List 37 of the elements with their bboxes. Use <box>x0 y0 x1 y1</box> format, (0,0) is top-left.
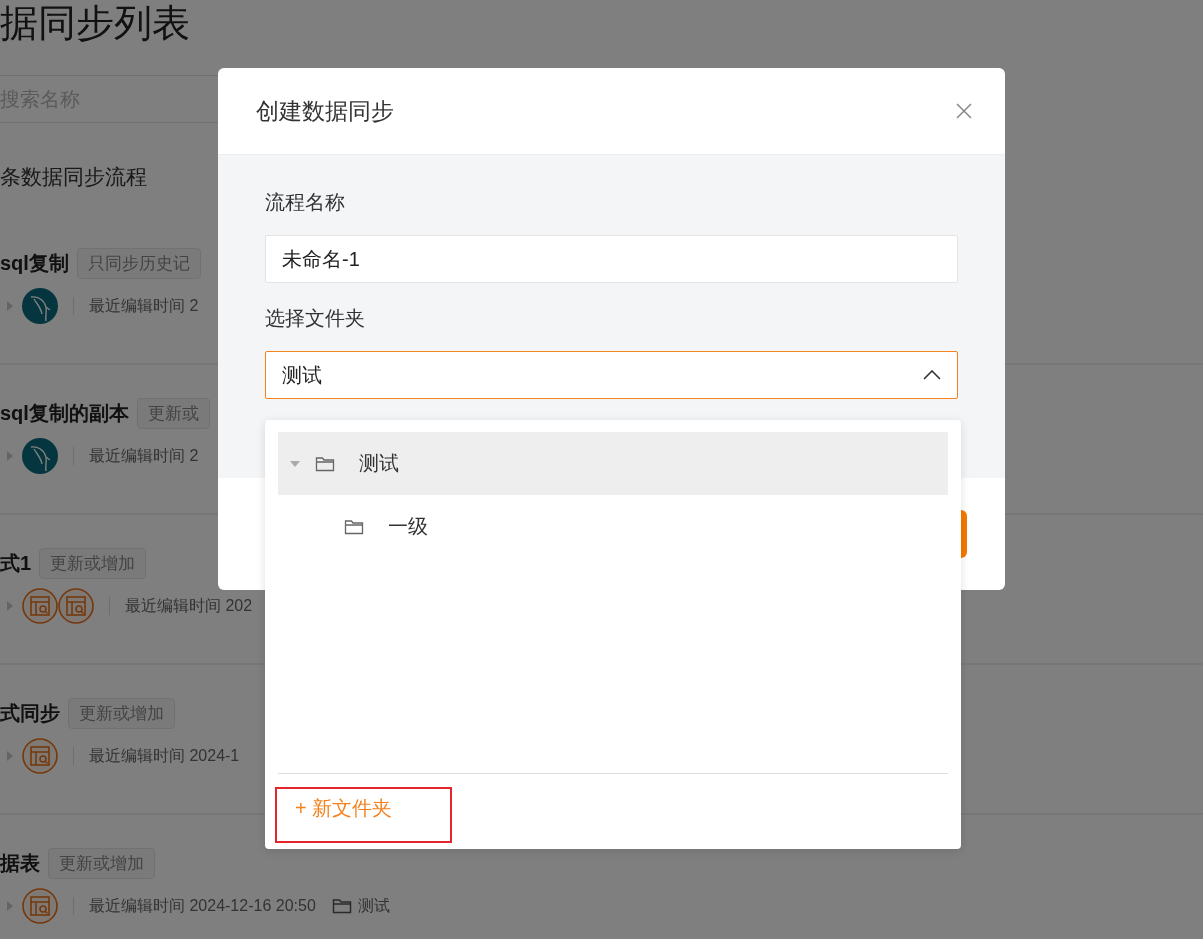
triangle-icon <box>6 600 14 612</box>
edited-time-text: 最近编辑时间 202 <box>125 595 253 616</box>
flow-name[interactable]: sql复制的副本 <box>0 399 129 427</box>
edited-time-text: 最近编辑时间 2024-12-16 20:50 <box>89 895 316 916</box>
table-search-icon <box>58 588 94 624</box>
edited-time-text: 最近编辑时间 2 <box>89 445 199 466</box>
flow-name[interactable]: 式1 <box>0 549 32 577</box>
triangle-icon <box>6 450 14 462</box>
folder-icon <box>344 518 364 535</box>
name-input[interactable]: 未命名-1 <box>265 235 958 283</box>
folder-select[interactable]: 测试 <box>265 351 958 399</box>
folder-icon <box>331 898 352 914</box>
page-title: 据同步列表 <box>0 1 191 46</box>
flow-name[interactable]: 式同步 <box>0 699 60 727</box>
triangle-icon <box>6 750 14 762</box>
triangle-icon <box>6 300 14 312</box>
triangle-icon <box>6 900 14 912</box>
folder-tree-item[interactable]: 测试 <box>278 432 948 495</box>
table-search-icon <box>22 888 58 924</box>
flow-name[interactable]: 据表 <box>0 849 40 877</box>
dolphin-icon <box>22 438 58 474</box>
flow-count-text: 条数据同步流程 <box>0 164 148 190</box>
field-label: 选择文件夹 <box>265 306 366 331</box>
table-search-icon <box>22 588 58 624</box>
edited-time-text: 最近编辑时间 2024-1 <box>89 745 240 766</box>
flow-name[interactable]: sql复制 <box>0 249 69 277</box>
edited-time-text: 最近编辑时间 2 <box>89 295 199 316</box>
table-search-icon <box>22 738 58 774</box>
folder-tree-item[interactable]: 一级 <box>278 495 948 558</box>
close-icon[interactable] <box>955 102 973 120</box>
dolphin-icon <box>22 288 58 324</box>
folder-name: 测试 <box>357 895 390 916</box>
field-label: 流程名称 <box>265 190 346 215</box>
new-folder-link[interactable]: + 新文件夹 <box>275 787 452 843</box>
chevron-icon <box>923 370 941 380</box>
caret-icon <box>290 460 300 467</box>
folder-icon <box>315 455 335 472</box>
